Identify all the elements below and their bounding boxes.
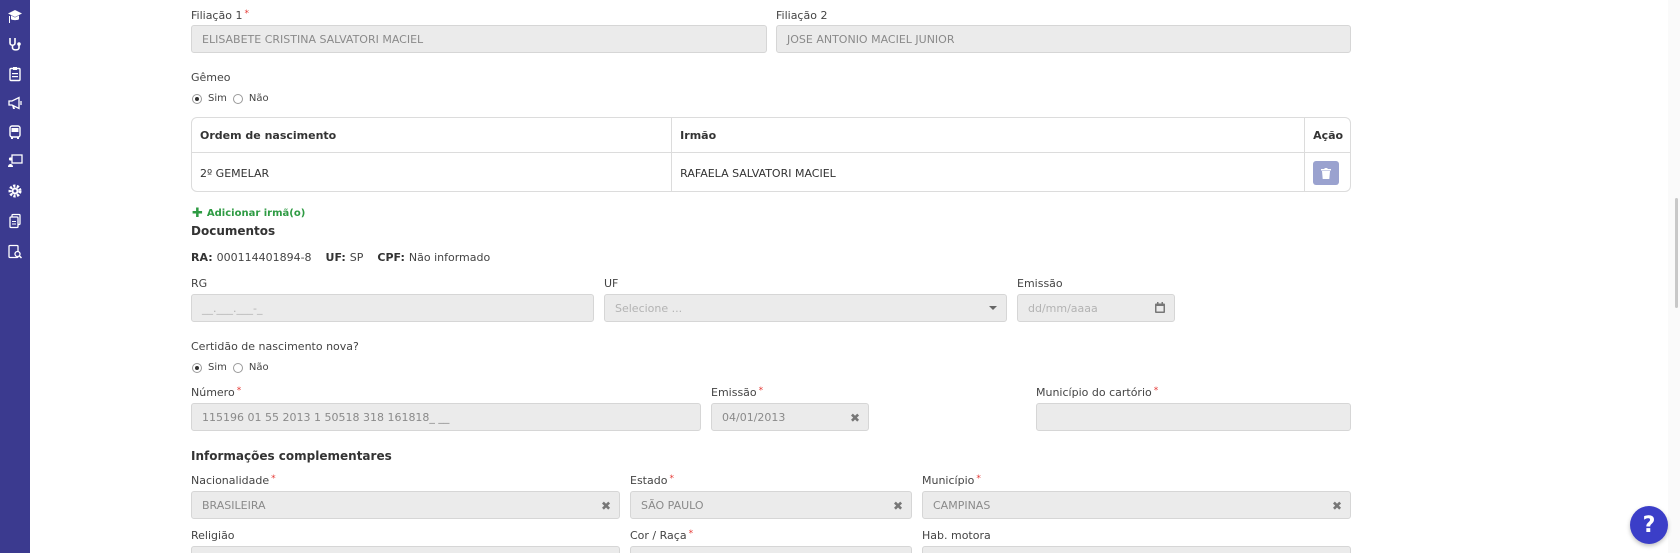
rg-field[interactable]: __.___.___-_: [191, 294, 594, 322]
cor-raca-label: Cor / Raça *: [630, 529, 694, 542]
documentos-title: Documentos: [191, 224, 276, 238]
certidao-nao-radio[interactable]: [232, 362, 243, 373]
estado-label: Estado *: [630, 474, 674, 487]
certidao-sim-radio[interactable]: [192, 362, 202, 373]
clear-icon[interactable]: ✖: [601, 499, 611, 513]
presentation-icon[interactable]: [5, 151, 25, 171]
ordem-cell: 2º GEMELAR: [192, 153, 673, 191]
filiacao-2-field[interactable]: JOSE ANTONIO MACIEL JUNIOR: [776, 25, 1351, 53]
hab-motora-select[interactable]: [922, 546, 1351, 553]
municipio-select[interactable]: CAMPINAS ✖: [922, 491, 1351, 519]
nacionalidade-label: Nacionalidade *: [191, 474, 276, 487]
chevron-down-icon: [989, 306, 997, 310]
clear-icon[interactable]: ✖: [850, 411, 860, 425]
twins-table: Ordem de nascimento Irmão Ação 2º GEMELA…: [191, 117, 1351, 192]
filiacao-1-field[interactable]: ELISABETE CRISTINA SALVATORI MACIEL: [191, 25, 767, 53]
info-comp-title: Informações complementares: [191, 449, 392, 463]
rg-label: RG: [191, 277, 208, 290]
stethoscope-icon[interactable]: [5, 34, 25, 54]
search-document-icon[interactable]: [5, 242, 25, 262]
add-sibling-link[interactable]: ✚ Adicionar irmã(o): [192, 206, 305, 221]
religiao-label: Religião: [191, 529, 235, 542]
column-header: Ordem de nascimento: [192, 118, 673, 152]
plus-icon: ✚: [192, 206, 203, 221]
certidao-emissao-label: Emissão *: [711, 386, 764, 399]
action-cell: [1305, 153, 1350, 191]
uf-select[interactable]: Selecione ...: [604, 294, 1007, 322]
hab-motora-label: Hab. motora: [922, 529, 991, 542]
rg-emissao-field[interactable]: dd/mm/aaaa: [1017, 294, 1175, 322]
megaphone-icon[interactable]: [5, 93, 25, 113]
graduation-cap-icon[interactable]: [5, 6, 25, 26]
nacionalidade-select[interactable]: BRASILEIRA ✖: [191, 491, 620, 519]
municipio-cartorio-label: Município do cartório *: [1036, 386, 1159, 399]
filiacao-1-label: Filiação 1 *: [191, 9, 249, 22]
certidao-label: Certidão de nascimento nova?: [191, 340, 359, 353]
column-header: Ação: [1313, 128, 1344, 142]
documents-icon[interactable]: [5, 211, 25, 231]
gemeo-nao-label: Não: [248, 93, 269, 104]
certidao-emissao-field[interactable]: 04/01/2013 ✖: [711, 403, 869, 431]
delete-button[interactable]: [1313, 161, 1340, 185]
gemeo-sim-radio[interactable]: [192, 93, 202, 104]
gear-icon[interactable]: [5, 181, 25, 201]
uf-label: UF: [604, 277, 619, 290]
gemeo-radio-group: Sim Não: [192, 93, 269, 104]
clear-icon[interactable]: ✖: [893, 499, 903, 513]
gemeo-label: Gêmeo: [191, 71, 231, 84]
gemeo-nao-radio[interactable]: [232, 93, 243, 104]
cor-raca-select[interactable]: [630, 546, 912, 553]
certidao-radio-group: Sim Não: [192, 362, 269, 373]
document-summary: RA: 000114401894-8 UF: SP CPF: Não informad…: [191, 251, 491, 264]
calendar-icon[interactable]: [1155, 302, 1165, 313]
municipio-label: Município *: [922, 474, 981, 487]
municipio-cartorio-field[interactable]: [1036, 403, 1351, 431]
column-header: Irmão: [672, 118, 1306, 152]
table-row: 2º GEMELAR RAFAELA SALVATORI MACIEL: [192, 153, 1350, 191]
table-header: Ordem de nascimento Irmão Ação: [192, 118, 1350, 153]
certidao-nao-label: Não: [248, 362, 269, 373]
sidebar: [0, 0, 30, 553]
scrollbar[interactable]: [1668, 0, 1680, 553]
filiacao-2-label: Filiação 2: [776, 9, 828, 22]
numero-label: Número *: [191, 386, 242, 399]
help-button[interactable]: ?: [1630, 506, 1668, 544]
rg-emissao-label: Emissão: [1017, 277, 1063, 290]
bus-icon[interactable]: [5, 122, 25, 142]
irmao-cell: RAFAELA SALVATORI MACIEL: [672, 153, 1306, 191]
clipboard-icon[interactable]: [5, 64, 25, 84]
religiao-select[interactable]: [191, 546, 620, 553]
numero-field[interactable]: 115196 01 55 2013 1 50518 318 161818_ __: [191, 403, 701, 431]
gemeo-sim-label: Sim: [208, 93, 227, 104]
estado-select[interactable]: SÃO PAULO ✖: [630, 491, 912, 519]
clear-icon[interactable]: ✖: [1332, 499, 1342, 513]
certidao-sim-label: Sim: [208, 362, 227, 373]
question-icon: ?: [1642, 512, 1656, 538]
trash-icon: [1321, 167, 1332, 179]
scroll-thumb[interactable]: [1675, 198, 1678, 308]
